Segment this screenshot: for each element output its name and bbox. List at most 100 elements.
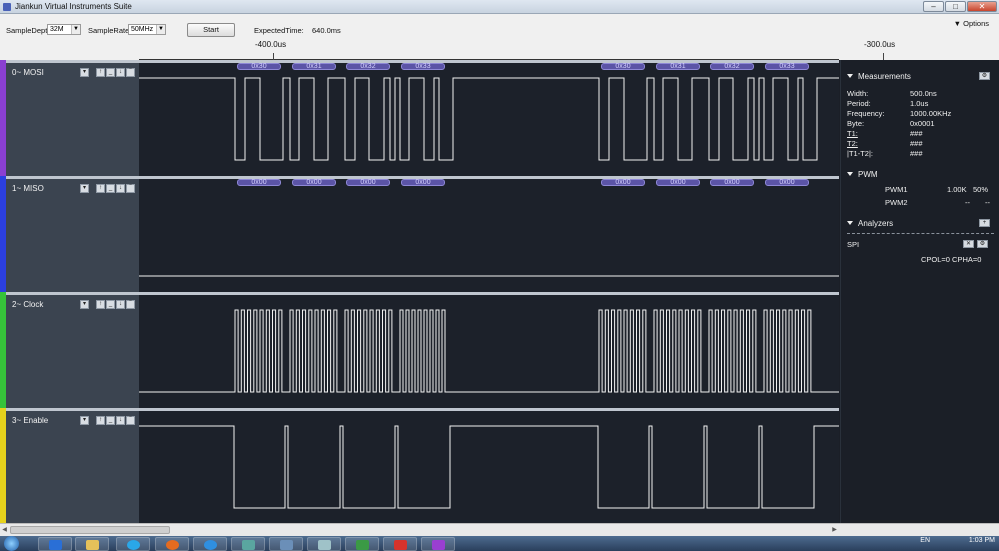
- trigger-rising-icon[interactable]: ↑: [96, 68, 105, 77]
- system-tray: EN 1:03 PM: [920, 537, 995, 544]
- channel-waveform[interactable]: [139, 292, 839, 408]
- channel-waveform[interactable]: [139, 408, 839, 523]
- bus-decode-label[interactable]: 0x00: [765, 179, 809, 186]
- trigger-falling-icon[interactable]: ↓: [116, 184, 125, 193]
- add-analyzer-button[interactable]: +: [979, 219, 990, 227]
- waveform-svg: [139, 77, 839, 161]
- close-button[interactable]: ✕: [967, 1, 997, 12]
- bus-decode-label[interactable]: 0x00: [601, 179, 645, 186]
- sample-depth-select[interactable]: 32M ▼: [47, 24, 81, 35]
- bus-decode-label[interactable]: 0x33: [401, 63, 445, 70]
- measurement-value: ###: [910, 139, 923, 148]
- trigger-high-icon[interactable]: ‾: [126, 184, 135, 193]
- waveform-svg: [139, 425, 839, 509]
- channel-menu-icon[interactable]: ▾: [80, 68, 89, 77]
- channel-menu-icon[interactable]: ▾: [80, 184, 89, 193]
- options-menu[interactable]: ▼ Options: [954, 19, 989, 28]
- bus-decode-label[interactable]: 0x00: [710, 179, 754, 186]
- analyzers-header[interactable]: Analyzers: [847, 219, 893, 228]
- taskbar-excel[interactable]: [345, 537, 379, 551]
- trigger-low-icon[interactable]: _: [106, 416, 115, 425]
- app-icon: [280, 540, 293, 550]
- taskbar-acrobat[interactable]: [383, 537, 417, 551]
- measurement-value: ###: [910, 129, 923, 138]
- bus-decode-label[interactable]: 0x32: [710, 63, 754, 70]
- trigger-rising-icon[interactable]: ↑: [96, 416, 105, 425]
- bus-decode-label[interactable]: 0x00: [346, 179, 390, 186]
- trigger-rising-icon[interactable]: ↑: [96, 300, 105, 309]
- clock-signal: [139, 309, 839, 393]
- sample-rate-label: SampleRate: [88, 26, 130, 35]
- scroll-left-icon[interactable]: ◀: [0, 525, 9, 535]
- sample-rate-select[interactable]: 50MHz ▼: [128, 24, 166, 35]
- remove-analyzer-icon[interactable]: ✕: [963, 240, 974, 248]
- gear-icon[interactable]: ⚙: [979, 72, 990, 80]
- app-icon: [3, 3, 11, 11]
- trigger-rising-icon[interactable]: ↑: [96, 184, 105, 193]
- taskbar-firefox[interactable]: [155, 537, 189, 551]
- trigger-falling-icon[interactable]: ↓: [116, 68, 125, 77]
- title-bar: Jiankun Virtual Instruments Suite – □ ✕: [0, 0, 999, 14]
- bus-decode-label[interactable]: 0x33: [765, 63, 809, 70]
- waveform-svg: [139, 275, 839, 277]
- window-title: Jiankun Virtual Instruments Suite: [15, 2, 132, 11]
- taskbar-skype[interactable]: [116, 537, 150, 551]
- clock[interactable]: 1:03 PM: [969, 537, 995, 544]
- channel-name: 1~ MISO: [12, 184, 44, 193]
- trigger-high-icon[interactable]: ‾: [126, 300, 135, 309]
- taskbar-outlook[interactable]: [38, 537, 72, 551]
- pwm-header[interactable]: PWM: [847, 170, 878, 179]
- ie-icon: [204, 540, 217, 550]
- collapse-icon: [847, 221, 853, 225]
- minimize-button[interactable]: –: [923, 1, 944, 12]
- channel-header: 3~ Enable ▾ ↑ _ ↓ ‾: [6, 408, 139, 523]
- bus-decode-label[interactable]: 0x00: [237, 179, 281, 186]
- measurements-title: Measurements: [858, 72, 911, 81]
- bus-decode-label[interactable]: 0x32: [346, 63, 390, 70]
- bus-decode-label[interactable]: 0x31: [656, 63, 700, 70]
- scroll-thumb[interactable]: [10, 526, 170, 534]
- trigger-low-icon[interactable]: _: [106, 300, 115, 309]
- bus-decode-label[interactable]: 0x00: [656, 179, 700, 186]
- bus-decode-label[interactable]: 0x30: [237, 63, 281, 70]
- channel-enable: 3~ Enable ▾ ↑ _ ↓ ‾: [0, 408, 840, 523]
- trigger-high-icon[interactable]: ‾: [126, 68, 135, 77]
- start-button[interactable]: Start: [187, 23, 235, 37]
- bus-decode-label[interactable]: 0x00: [292, 179, 336, 186]
- trigger-falling-icon[interactable]: ↓: [116, 300, 125, 309]
- pwm2-frequency: --: [965, 198, 970, 207]
- waveform-svg: [139, 309, 839, 393]
- bus-decode-label[interactable]: 0x30: [601, 63, 645, 70]
- measurements-header[interactable]: Measurements: [847, 72, 911, 81]
- pwm2-label: PWM2: [885, 198, 908, 207]
- taskbar-app[interactable]: [269, 537, 303, 551]
- channel-header: 1~ MISO ▾ ↑ _ ↓ ‾: [6, 176, 139, 292]
- start-button[interactable]: [4, 536, 19, 551]
- trigger-low-icon[interactable]: _: [106, 184, 115, 193]
- maximize-button[interactable]: □: [945, 1, 966, 12]
- language-indicator[interactable]: EN: [920, 537, 930, 544]
- channel-menu-icon[interactable]: ▾: [80, 300, 89, 309]
- measurement-label: T2:: [847, 139, 858, 148]
- bus-decode-label[interactable]: 0x00: [401, 179, 445, 186]
- channel-waveform[interactable]: 0x30 0x31 0x32 0x33 0x30 0x31 0x32 0x33: [139, 60, 839, 176]
- trigger-low-icon[interactable]: _: [106, 68, 115, 77]
- measurement-value: 0x0001: [910, 119, 935, 128]
- taskbar-app[interactable]: [231, 537, 265, 551]
- scroll-right-icon[interactable]: ▶: [830, 525, 839, 535]
- taskbar-explorer[interactable]: [75, 537, 109, 551]
- taskbar-jiankun[interactable]: [421, 537, 455, 551]
- taskbar-app[interactable]: [307, 537, 341, 551]
- chevron-down-icon: ▼: [71, 25, 80, 34]
- channel-waveform[interactable]: 0x00 0x00 0x00 0x00 0x00 0x00 0x00 0x00: [139, 176, 839, 292]
- bus-decode-label[interactable]: 0x31: [292, 63, 336, 70]
- channel-menu-icon[interactable]: ▾: [80, 416, 89, 425]
- horizontal-scrollbar[interactable]: ◀ ▶: [0, 523, 999, 536]
- trigger-falling-icon[interactable]: ↓: [116, 416, 125, 425]
- trigger-high-icon[interactable]: ‾: [126, 416, 135, 425]
- gear-icon[interactable]: ⚙: [977, 240, 988, 248]
- measurement-label: Frequency:: [847, 109, 885, 118]
- time-ruler[interactable]: -400.0us -300.0us: [139, 38, 895, 60]
- taskbar-ie[interactable]: [193, 537, 227, 551]
- window-controls: – □ ✕: [923, 1, 997, 12]
